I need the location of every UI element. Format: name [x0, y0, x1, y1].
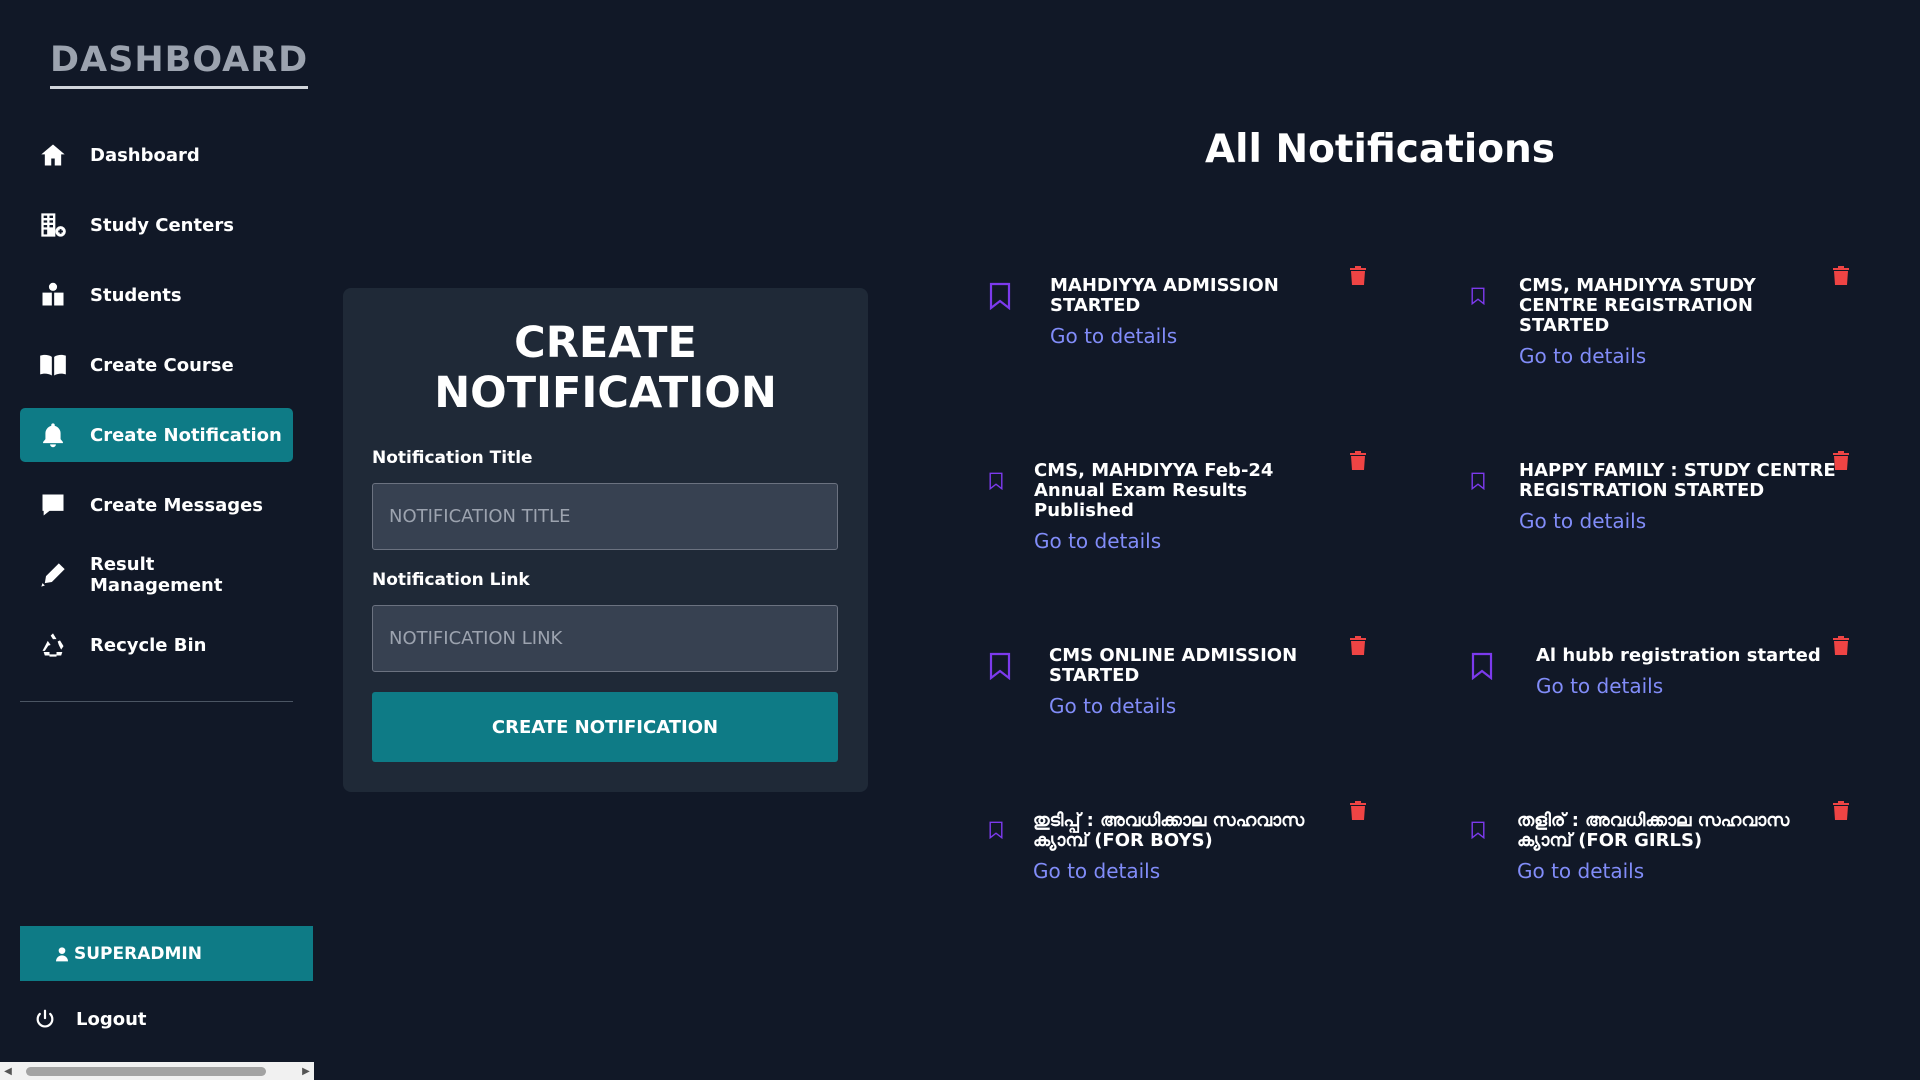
notifications-heading: All Notifications [1204, 127, 1556, 172]
students-icon [38, 280, 68, 310]
scrollbar-track[interactable] [16, 1062, 298, 1080]
scrollbar-thumb[interactable] [26, 1067, 266, 1076]
superadmin-label: SUPERADMIN [74, 943, 202, 964]
recycle-icon [38, 630, 68, 660]
notification-title: MAHDIYYA ADMISSION STARTED [1050, 275, 1279, 316]
sidebar: DASHBOARD Dashboard Study Centers Studen… [0, 0, 314, 1080]
book-icon [38, 350, 68, 380]
bookmark-icon[interactable] [1470, 821, 1486, 843]
go-to-details-link[interactable]: Go to details [1536, 674, 1836, 698]
delete-icon[interactable] [1350, 266, 1366, 289]
sidebar-item-create-notification[interactable]: Create Notification [20, 408, 293, 462]
sidebar-divider [20, 701, 293, 702]
sidebar-item-dashboard[interactable]: Dashboard [20, 128, 293, 182]
delete-icon[interactable] [1350, 636, 1366, 659]
notification-title-input[interactable] [372, 483, 838, 550]
message-icon [38, 490, 68, 520]
notification-title-label: Notification Title [372, 448, 533, 468]
user-icon [56, 946, 68, 961]
bell-icon [38, 420, 68, 450]
logout-label: Logout [76, 1008, 147, 1030]
delete-icon[interactable] [1350, 451, 1366, 474]
sidebar-item-result-management[interactable]: Result Management [20, 548, 293, 602]
sidebar-item-label: Create Course [90, 354, 234, 376]
sidebar-item-label: Create Notification [90, 424, 282, 446]
sidebar-item-study-centers[interactable]: Study Centers [20, 198, 293, 252]
sidebar-item-label: Dashboard [90, 144, 200, 166]
go-to-details-link[interactable]: Go to details [1050, 324, 1320, 348]
notification-title: Al hubb registration started [1536, 645, 1821, 666]
power-icon [36, 1009, 54, 1028]
sidebar-item-label: Result Management [89, 554, 223, 596]
sidebar-brand: DASHBOARD [50, 40, 309, 89]
bookmark-icon[interactable] [988, 472, 1004, 494]
notification-title: തുടിപ്പ് : അവധിക്കാല സഹവാസ ക്യാമ്പ് (FOR… [1033, 810, 1305, 851]
bookmark-icon[interactable] [1470, 287, 1486, 309]
create-notification-card: CREATE NOTIFICATION Notification Title N… [343, 288, 868, 792]
building-icon [38, 210, 68, 240]
go-to-details-link[interactable]: Go to details [1517, 859, 1807, 883]
bookmark-icon[interactable] [1470, 472, 1486, 494]
notification-title: തളിര് : അവധിക്കാല സഹവാസ ക്യാമ്പ് (FOR GI… [1517, 810, 1790, 851]
create-notification-button[interactable]: CREATE NOTIFICATION [372, 692, 838, 762]
notification-title: HAPPY FAMILY : STUDY CENTRE REGISTRATION… [1519, 460, 1836, 501]
delete-icon[interactable] [1833, 451, 1849, 474]
sidebar-item-label: Create Messages [90, 494, 264, 516]
horizontal-scrollbar[interactable]: ◀ ▶ [0, 1062, 314, 1080]
notification-title: CMS, MAHDIYYA STUDY CENTRE REGISTRATION … [1519, 275, 1756, 336]
delete-icon[interactable] [1833, 266, 1849, 289]
go-to-details-link[interactable]: Go to details [1033, 859, 1323, 883]
delete-icon[interactable] [1833, 801, 1849, 824]
sidebar-item-label: Study Centers [90, 214, 234, 236]
sidebar-item-label: Students [90, 284, 182, 306]
go-to-details-link[interactable]: Go to details [1034, 529, 1314, 553]
notification-title: CMS, MAHDIYYA Feb-24 Annual Exam Results… [1034, 460, 1274, 521]
bookmark-icon[interactable] [1470, 652, 1494, 684]
sidebar-item-label: Recycle Bin [90, 634, 207, 656]
sidebar-item-create-course[interactable]: Create Course [20, 338, 293, 392]
scroll-right-icon[interactable]: ▶ [298, 1062, 314, 1080]
go-to-details-link[interactable]: Go to details [1519, 344, 1779, 368]
pen-icon [38, 560, 68, 590]
delete-icon[interactable] [1833, 636, 1849, 659]
bookmark-icon[interactable] [988, 652, 1012, 684]
home-icon [38, 140, 68, 170]
bookmark-icon[interactable] [988, 282, 1012, 314]
go-to-details-link[interactable]: Go to details [1519, 509, 1849, 533]
notification-title: CMS ONLINE ADMISSION STARTED [1049, 645, 1298, 686]
scroll-left-icon[interactable]: ◀ [0, 1062, 16, 1080]
logout-button[interactable]: Logout [34, 1008, 147, 1030]
delete-icon[interactable] [1350, 801, 1366, 824]
card-title-text: CREATE NOTIFICATION [434, 318, 777, 418]
bookmark-icon[interactable] [988, 821, 1004, 843]
sidebar-item-students[interactable]: Students [20, 268, 293, 322]
card-title: CREATE NOTIFICATION [343, 318, 868, 418]
sidebar-nav: Dashboard Study Centers Students Create … [20, 128, 293, 688]
notification-link-input[interactable] [372, 605, 838, 672]
notification-link-label: Notification Link [372, 570, 530, 590]
sidebar-item-recycle-bin[interactable]: Recycle Bin [20, 618, 293, 672]
sidebar-item-create-messages[interactable]: Create Messages [20, 478, 293, 532]
superadmin-button[interactable]: SUPERADMIN [20, 926, 313, 981]
go-to-details-link[interactable]: Go to details [1049, 694, 1309, 718]
